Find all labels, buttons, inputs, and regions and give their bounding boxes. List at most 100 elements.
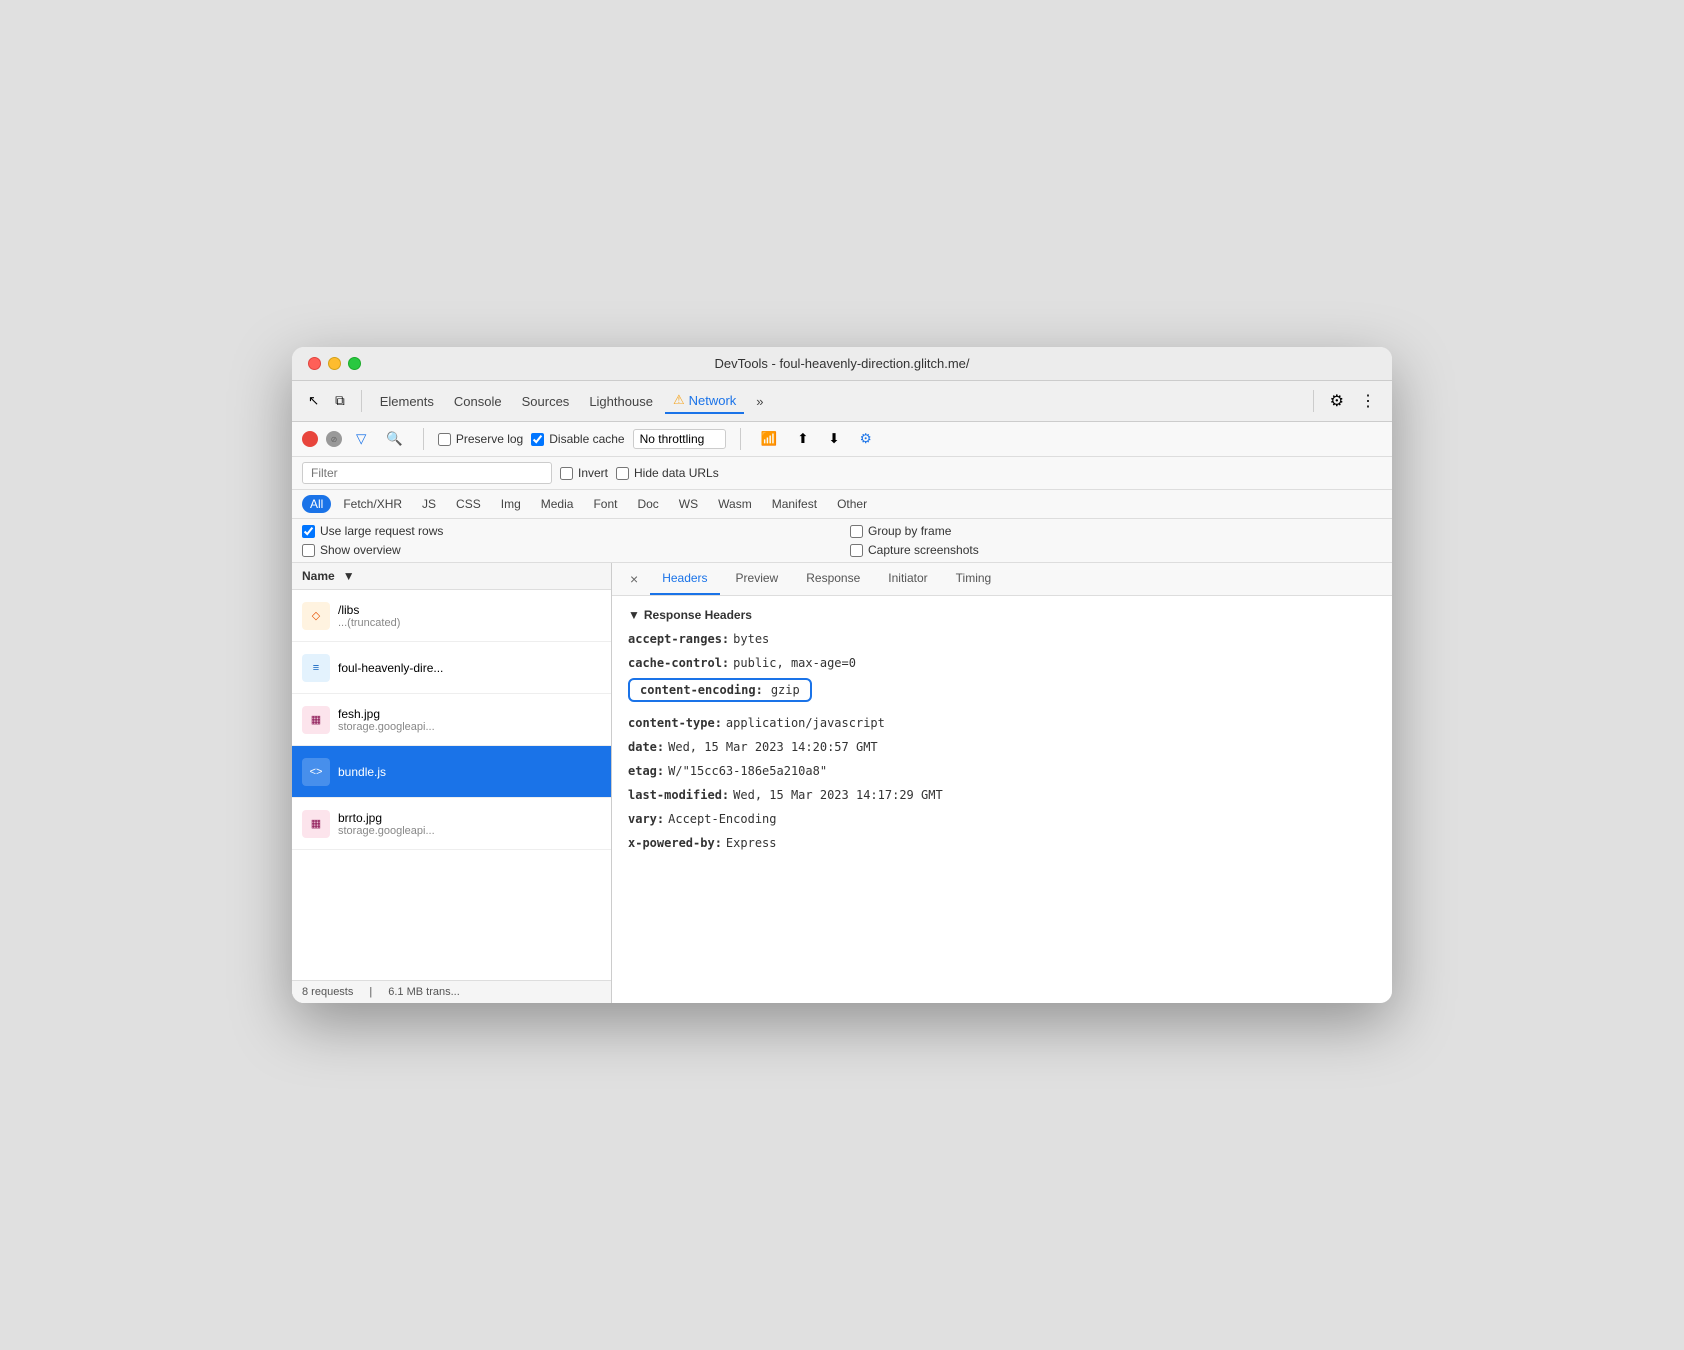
menu-button[interactable]: ⋮ [1354, 387, 1382, 415]
settings-button[interactable]: ⚙ [1324, 387, 1350, 415]
wifi-icon-button[interactable]: 📶 [755, 427, 784, 451]
header-key: date: [628, 738, 664, 756]
hide-data-urls-checkbox[interactable] [616, 467, 629, 480]
file-list-item[interactable]: ◇ /libs ...(truncated) [292, 590, 611, 642]
main-content: Name ▼ ◇ /libs ...(truncated) ≡ foul-hea… [292, 563, 1392, 1003]
filter-button[interactable]: ▽ [350, 429, 372, 449]
header-value: Accept-Encoding [668, 810, 776, 828]
minimize-button[interactable] [328, 357, 341, 370]
filter-input[interactable] [302, 462, 552, 484]
stop-icon: ⊘ [331, 435, 338, 444]
file-info: brrto.jpg storage.googleapi... [338, 811, 601, 837]
wifi-icon: 📶 [761, 431, 778, 447]
header-value: gzip [771, 683, 800, 697]
hide-data-urls-label[interactable]: Hide data URLs [616, 466, 719, 480]
file-icon: ≡ [302, 654, 330, 682]
filter-type-img[interactable]: Img [493, 495, 529, 513]
invert-label[interactable]: Invert [560, 466, 608, 480]
section-arrow: ▼ [628, 608, 640, 622]
file-list-item[interactable]: ▦ fesh.jpg storage.googleapi... [292, 694, 611, 746]
invert-checkbox[interactable] [560, 467, 573, 480]
capture-screenshots-checkbox[interactable] [850, 544, 863, 557]
file-url: storage.googleapi... [338, 721, 601, 733]
record-button[interactable] [302, 431, 318, 447]
tab-sources[interactable]: Sources [514, 390, 578, 413]
stop-button[interactable]: ⊘ [326, 431, 342, 447]
transferred-size: 6.1 MB trans... [388, 986, 460, 998]
download-button[interactable]: ⬇ [822, 427, 845, 451]
use-large-rows-label[interactable]: Use large request rows [302, 524, 834, 538]
tab-network[interactable]: ⚠ Network [665, 388, 744, 414]
network-settings-button[interactable]: ⚙ [854, 427, 878, 451]
filter-type-ws[interactable]: WS [671, 495, 706, 513]
header-key: vary: [628, 810, 664, 828]
tab-elements[interactable]: Elements [372, 390, 442, 413]
preserve-log-checkbox[interactable] [438, 433, 451, 446]
search-button[interactable]: 🔍 [380, 429, 409, 449]
header-key: x-powered-by: [628, 834, 722, 852]
upload-button[interactable]: ⬆ [791, 427, 814, 451]
filter-type-wasm[interactable]: Wasm [710, 495, 760, 513]
file-icon: ▦ [302, 706, 330, 734]
header-key: last-modified: [628, 786, 729, 804]
maximize-button[interactable] [348, 357, 361, 370]
file-info: fesh.jpg storage.googleapi... [338, 707, 601, 733]
file-icon: ◇ [302, 602, 330, 630]
more-tabs-button[interactable]: » [748, 390, 771, 413]
file-list-item[interactable]: ≡ foul-heavenly-dire... [292, 642, 611, 694]
group-by-frame-label[interactable]: Group by frame [850, 524, 1382, 538]
disable-cache-label[interactable]: Disable cache [531, 432, 624, 446]
show-overview-checkbox[interactable] [302, 544, 315, 557]
filter-type-all[interactable]: All [302, 495, 331, 513]
throttling-select[interactable]: No throttling [633, 429, 726, 449]
filter-type-css[interactable]: CSS [448, 495, 489, 513]
close-button[interactable] [308, 357, 321, 370]
capture-screenshots-label[interactable]: Capture screenshots [850, 543, 1382, 557]
tab-console[interactable]: Console [446, 390, 510, 413]
preserve-log-label[interactable]: Preserve log [438, 432, 523, 446]
header-row: last-modified: Wed, 15 Mar 2023 14:17:29… [628, 786, 1376, 804]
controls-bar: ⊘ ▽ 🔍 Preserve log Disable cache No thro… [292, 422, 1392, 457]
file-name: foul-heavenly-dire... [338, 661, 601, 675]
filter-type-js[interactable]: JS [414, 495, 444, 513]
search-icon: 🔍 [386, 431, 403, 446]
filter-type-font[interactable]: Font [585, 495, 625, 513]
toolbar-separator-1 [361, 390, 362, 412]
file-list-item[interactable]: ▦ brrto.jpg storage.googleapi... [292, 798, 611, 850]
filter-type-media[interactable]: Media [533, 495, 582, 513]
filter-type-other[interactable]: Other [829, 495, 875, 513]
filter-type-manifest[interactable]: Manifest [764, 495, 825, 513]
tab-initiator[interactable]: Initiator [876, 563, 939, 595]
file-list-header: Name ▼ [292, 563, 611, 590]
file-list: Name ▼ ◇ /libs ...(truncated) ≡ foul-hea… [292, 563, 612, 1003]
separator: | [369, 986, 372, 998]
disable-cache-checkbox[interactable] [531, 433, 544, 446]
close-detail-button[interactable]: × [622, 567, 646, 591]
filter-icon: ▽ [356, 431, 366, 447]
tab-preview[interactable]: Preview [724, 563, 791, 595]
header-key: etag: [628, 762, 664, 780]
filter-type-doc[interactable]: Doc [629, 495, 666, 513]
file-icon: <> [302, 758, 330, 786]
detail-panel: × Headers Preview Response Initiator Tim… [612, 563, 1392, 1003]
header-key: accept-ranges: [628, 630, 729, 648]
header-row: content-type: application/javascript [628, 714, 1376, 732]
group-by-frame-checkbox[interactable] [850, 525, 863, 538]
tab-lighthouse[interactable]: Lighthouse [581, 390, 661, 413]
filter-type-fetch-xhr[interactable]: Fetch/XHR [335, 495, 410, 513]
layers-button[interactable]: ⧉ [329, 389, 351, 413]
tab-response[interactable]: Response [794, 563, 872, 595]
file-items-container: ◇ /libs ...(truncated) ≡ foul-heavenly-d… [292, 590, 611, 850]
header-value: Express [726, 834, 777, 852]
header-value: application/javascript [726, 714, 885, 732]
toolbar-separator-2 [1313, 390, 1314, 412]
use-large-rows-checkbox[interactable] [302, 525, 315, 538]
main-toolbar: ↖ ⧉ Elements Console Sources Lighthouse … [292, 381, 1392, 422]
network-settings-icon: ⚙ [860, 431, 872, 447]
file-list-item[interactable]: <> bundle.js [292, 746, 611, 798]
header-value: W/"15cc63-186e5a210a8" [668, 762, 827, 780]
tab-headers[interactable]: Headers [650, 563, 719, 595]
cursor-tool-button[interactable]: ↖ [302, 389, 325, 413]
show-overview-label[interactable]: Show overview [302, 543, 834, 557]
tab-timing[interactable]: Timing [944, 563, 1004, 595]
